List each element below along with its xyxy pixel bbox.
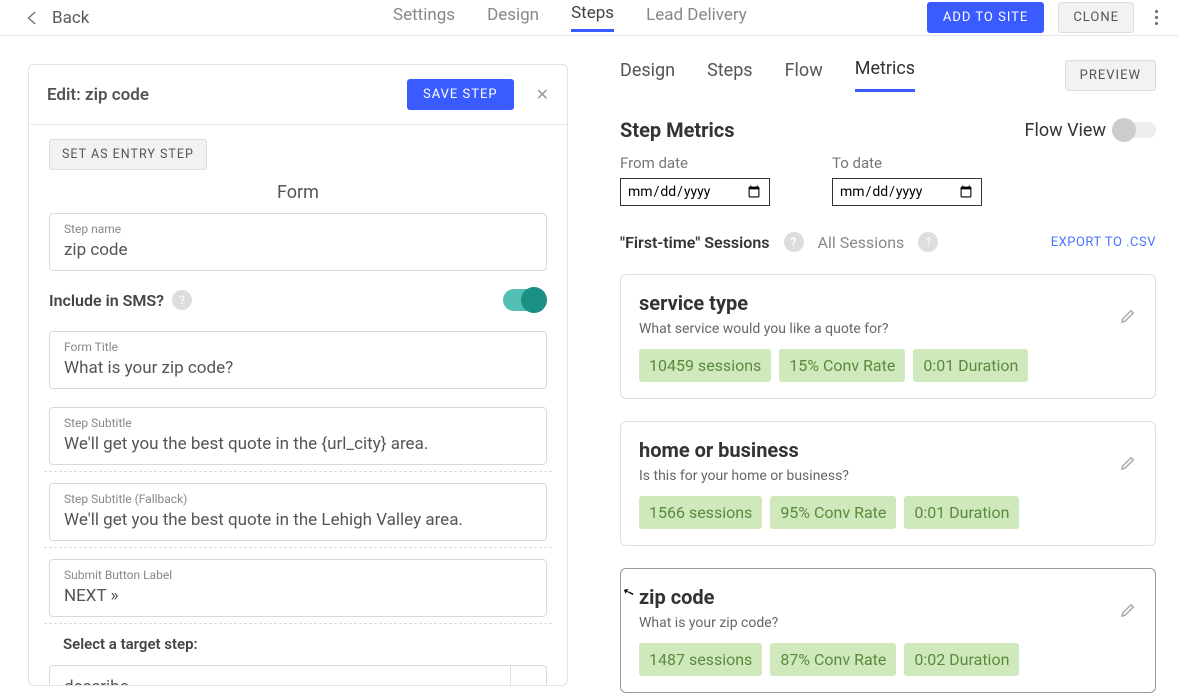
panel-title: Edit: zip code [47,85,149,105]
conv-rate-chip: 15% Conv Rate [779,349,905,382]
tab-flow[interactable]: Flow [785,60,823,91]
help-icon[interactable]: ? [172,290,192,310]
metric-card-title: service type [639,291,1137,315]
sessions-chip: 1487 sessions [639,643,762,676]
close-icon[interactable]: ✕ [536,85,549,104]
duration-chip: 0:01 Duration [913,349,1028,382]
more-menu-icon[interactable] [1148,6,1164,29]
step-subtitle-fallback-field[interactable]: Step Subtitle (Fallback) [49,483,547,541]
add-to-site-button[interactable]: ADD TO SITE [927,2,1044,33]
metric-card-title: zip code [639,585,1137,609]
step-subtitle-input[interactable] [64,434,532,454]
metric-card[interactable]: home or business Is this for your home o… [620,421,1156,546]
step-name-input[interactable] [64,240,532,260]
from-date-label: From date [620,154,770,172]
flow-view-label: Flow View [1025,120,1107,141]
duration-chip: 0:02 Duration [904,643,1019,676]
form-title-field[interactable]: Form Title [49,331,547,389]
clone-button[interactable]: CLONE [1058,2,1134,33]
nav-settings[interactable]: Settings [393,5,455,31]
step-name-label: Step name [64,222,532,236]
form-heading: Form [49,182,547,203]
nav-design[interactable]: Design [487,5,539,31]
metric-card-title: home or business [639,438,1137,462]
metric-card-subtitle: Is this for your home or business? [639,468,1137,484]
submit-button-label-field[interactable]: Submit Button Label [49,559,547,617]
step-name-field[interactable]: Step name [49,213,547,271]
preview-button[interactable]: PREVIEW [1065,60,1156,91]
conv-rate-chip: 95% Conv Rate [770,496,896,529]
pencil-icon[interactable] [1119,307,1137,325]
chevron-down-icon [510,666,546,685]
form-title-input[interactable] [64,358,532,378]
to-date-input[interactable] [832,178,982,206]
submit-button-label-label: Submit Button Label [64,568,532,582]
set-entry-step-button[interactable]: SET AS ENTRY STEP [49,139,207,170]
all-sessions-tab[interactable]: All Sessions? [818,232,939,252]
pencil-icon[interactable] [1119,601,1137,619]
tab-design[interactable]: Design [620,60,675,91]
step-subtitle-label: Step Subtitle [64,416,532,430]
help-icon[interactable]: ? [784,232,804,252]
submit-button-label-input[interactable] [64,586,532,606]
save-step-button[interactable]: SAVE STEP [407,79,514,110]
help-icon[interactable]: ? [918,232,938,252]
metric-card[interactable]: service type What service would you like… [620,274,1156,399]
step-subtitle-field[interactable]: Step Subtitle [49,407,547,465]
metric-card-subtitle: What is your zip code? [639,615,1137,631]
from-date-input[interactable] [620,178,770,206]
sessions-chip: 1566 sessions [639,496,762,529]
target-step-select[interactable]: describe [49,665,547,685]
tab-metrics[interactable]: Metrics [855,58,915,92]
first-time-sessions-tab[interactable]: "First-time" Sessions? [620,232,804,252]
include-sms-toggle[interactable] [503,289,547,311]
sessions-chip: 10459 sessions [639,349,771,382]
duration-chip: 0:01 Duration [904,496,1019,529]
back-link[interactable]: Back [24,8,89,28]
metric-card[interactable]: zip code What is your zip code? 1487 ses… [620,568,1156,693]
arrow-left-icon [24,9,42,27]
to-date-label: To date [832,154,982,172]
pencil-icon[interactable] [1119,454,1137,472]
flow-view-toggle[interactable] [1116,122,1156,138]
edit-step-panel: Edit: zip code SAVE STEP ✕ SET AS ENTRY … [28,64,568,686]
top-nav: Settings Design Steps Lead Delivery [393,3,747,32]
include-sms-label: Include in SMS? [49,291,164,310]
conv-rate-chip: 87% Conv Rate [770,643,896,676]
nav-steps[interactable]: Steps [571,3,614,32]
nav-lead-delivery[interactable]: Lead Delivery [646,5,747,31]
form-title-label: Form Title [64,340,532,354]
step-subtitle-fallback-label: Step Subtitle (Fallback) [64,492,532,506]
tab-steps[interactable]: Steps [707,60,753,91]
target-step-label: Select a target step: [63,635,547,653]
step-metrics-title: Step Metrics [620,118,735,142]
export-csv-link[interactable]: EXPORT TO .CSV [1051,235,1156,250]
back-label: Back [52,8,89,28]
metric-card-subtitle: What service would you like a quote for? [639,321,1137,337]
step-subtitle-fallback-input[interactable] [64,510,532,530]
target-step-value: describe [50,677,510,685]
